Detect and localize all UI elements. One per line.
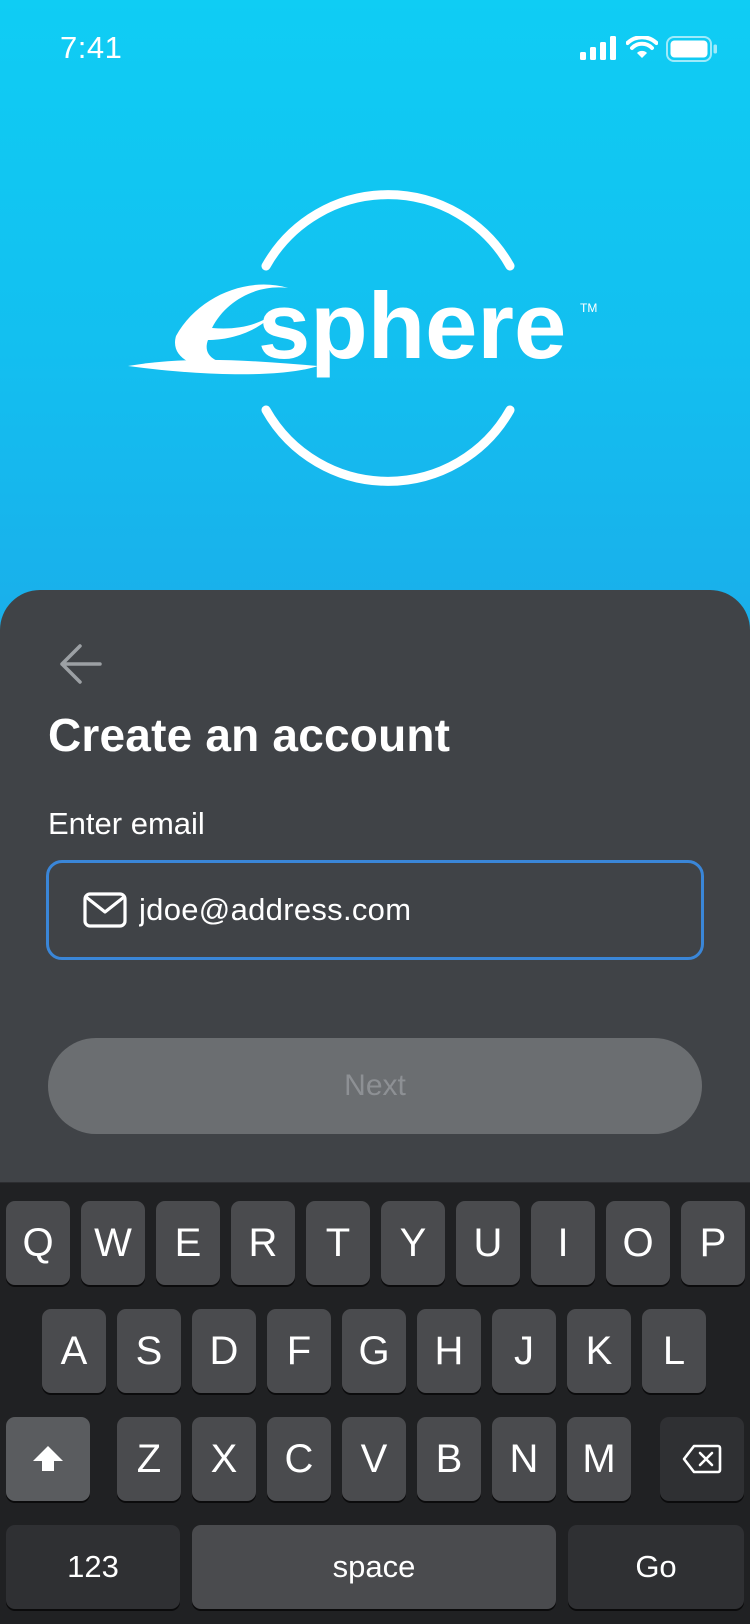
- mail-icon: [83, 892, 127, 928]
- status-icons: [580, 36, 720, 62]
- status-time: 7:41: [60, 30, 123, 65]
- key-k[interactable]: K: [567, 1309, 631, 1393]
- shift-icon: [33, 1446, 63, 1471]
- trademark-symbol: TM: [580, 301, 597, 315]
- numbers-key[interactable]: 123: [6, 1525, 180, 1609]
- next-button[interactable]: Next: [48, 1038, 702, 1134]
- esphere-logo-mark: sphere TM: [128, 190, 597, 486]
- key-f[interactable]: F: [267, 1309, 331, 1393]
- key-u[interactable]: U: [456, 1201, 520, 1285]
- key-a[interactable]: A: [42, 1309, 106, 1393]
- shift-key[interactable]: [6, 1417, 90, 1501]
- key-q[interactable]: Q: [6, 1201, 70, 1285]
- key-w[interactable]: W: [81, 1201, 145, 1285]
- key-o[interactable]: O: [606, 1201, 670, 1285]
- hero-header: 7:41 sphere TM: [0, 0, 750, 640]
- key-g[interactable]: G: [342, 1309, 406, 1393]
- key-b[interactable]: B: [417, 1417, 481, 1501]
- key-n[interactable]: N: [492, 1417, 556, 1501]
- email-input[interactable]: [139, 892, 659, 928]
- backspace-icon: [682, 1444, 722, 1474]
- page-title: Create an account: [48, 709, 451, 761]
- key-t[interactable]: T: [306, 1201, 370, 1285]
- key-r[interactable]: R: [231, 1201, 295, 1285]
- key-s[interactable]: S: [117, 1309, 181, 1393]
- on-screen-keyboard: Q W E R T Y U I O P A S D F G H J K L Z …: [0, 1182, 750, 1624]
- battery-icon: [666, 36, 717, 62]
- email-field[interactable]: [46, 860, 704, 960]
- key-c[interactable]: C: [267, 1417, 331, 1501]
- key-v[interactable]: V: [342, 1417, 406, 1501]
- key-z[interactable]: Z: [117, 1417, 181, 1501]
- key-d[interactable]: D: [192, 1309, 256, 1393]
- key-i[interactable]: I: [531, 1201, 595, 1285]
- key-p[interactable]: P: [681, 1201, 745, 1285]
- signal-icon: [580, 36, 616, 60]
- key-x[interactable]: X: [192, 1417, 256, 1501]
- delete-key[interactable]: [660, 1417, 744, 1501]
- key-h[interactable]: H: [417, 1309, 481, 1393]
- status-bar: 7:41: [0, 0, 750, 96]
- email-label: Enter email: [48, 806, 205, 841]
- key-y[interactable]: Y: [381, 1201, 445, 1285]
- key-j[interactable]: J: [492, 1309, 556, 1393]
- go-key[interactable]: Go: [568, 1525, 744, 1609]
- back-button[interactable]: [52, 636, 108, 692]
- wifi-icon: [626, 36, 658, 58]
- arrow-left-icon: [60, 644, 102, 684]
- esphere-logo: sphere TM: [128, 188, 628, 488]
- space-key[interactable]: space: [192, 1525, 556, 1609]
- key-l[interactable]: L: [642, 1309, 706, 1393]
- key-m[interactable]: M: [567, 1417, 631, 1501]
- logo-wordmark: sphere: [258, 273, 566, 378]
- key-e[interactable]: E: [156, 1201, 220, 1285]
